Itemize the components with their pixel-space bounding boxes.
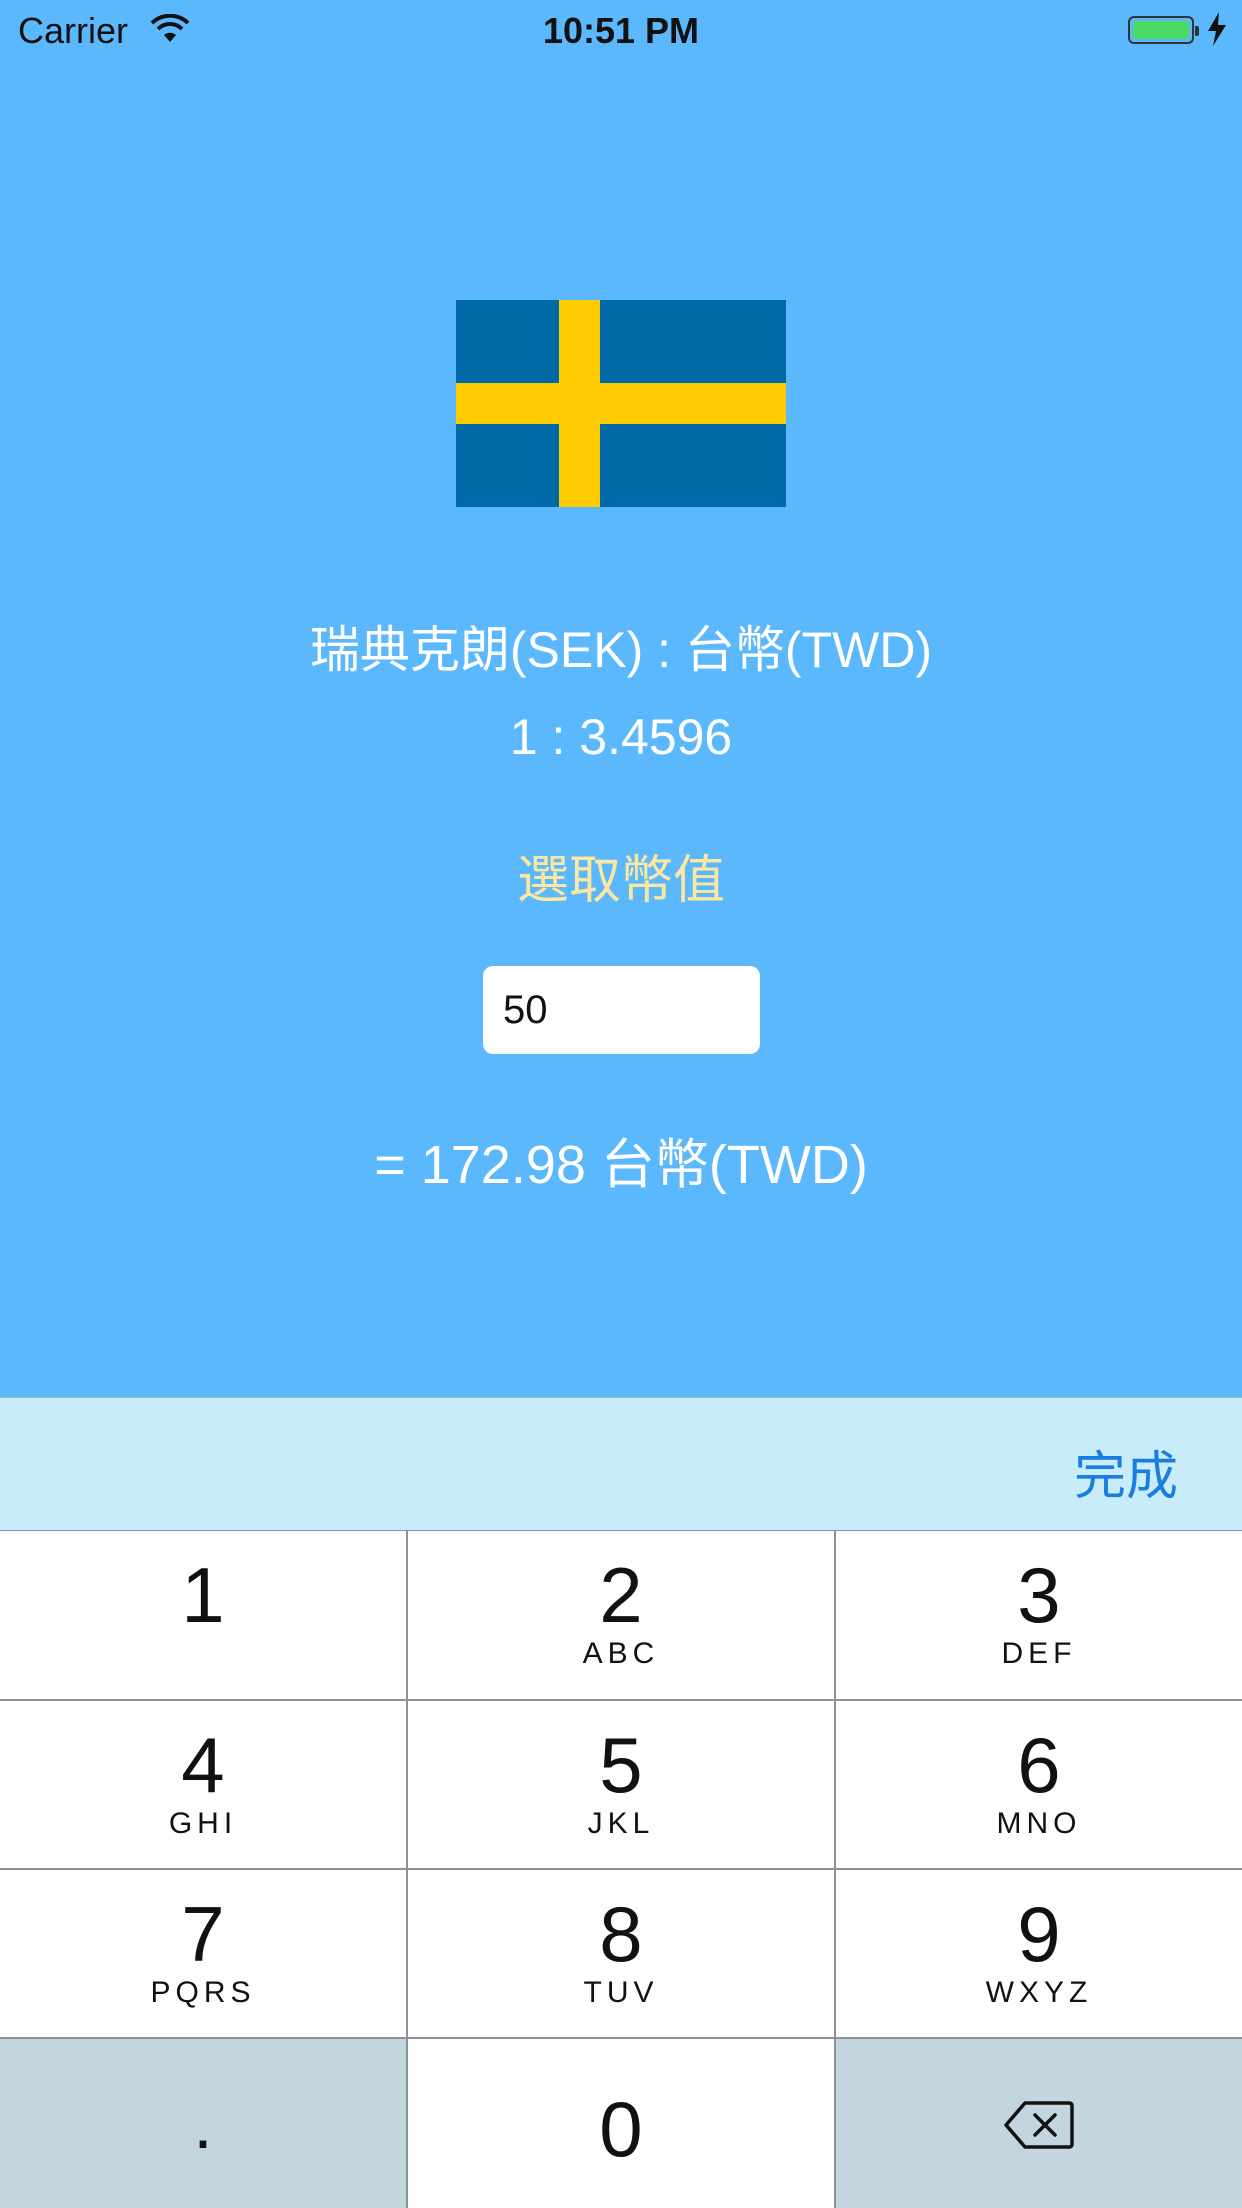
key-letters: WXYZ <box>985 1976 1093 2009</box>
keyboard-toolbar: 完成 <box>0 1397 1242 1530</box>
key-decimal-label: . <box>193 2085 213 2163</box>
key-letters: ABC <box>582 1637 660 1670</box>
key-digit: 3 <box>1017 1551 1061 1639</box>
key-letters: PQRS <box>150 1976 256 2009</box>
key-6[interactable]: 6 MNO <box>836 1701 1242 1868</box>
key-letters: TUV <box>583 1976 659 2009</box>
key-letters: MNO <box>996 1807 1082 1840</box>
key-decimal[interactable]: . <box>0 2039 406 2208</box>
clock: 10:51 PM <box>542 10 700 51</box>
status-bar: Carrier 10:51 PM <box>0 0 1242 60</box>
currency-pair-label: 瑞典克朗(SEK) : 台幣(TWD) <box>309 622 933 678</box>
key-digit: 9 <box>1017 1890 1061 1978</box>
key-1[interactable]: 1 <box>0 1531 406 1699</box>
done-button[interactable]: 完成 <box>1074 1434 1178 1509</box>
numeric-keypad: 1 2 ABC 3 DEF 4 GHI 5 JKL 6 MNO 7 PQRS 8… <box>0 1530 1242 2208</box>
key-digit: 5 <box>599 1721 643 1809</box>
key-7[interactable]: 7 PQRS <box>0 1870 406 2037</box>
key-letters: DEF <box>1001 1637 1077 1670</box>
conversion-result: = 172.98 台幣(TWD) <box>374 1135 868 1195</box>
amount-input[interactable]: 50 <box>483 966 760 1054</box>
key-4[interactable]: 4 GHI <box>0 1701 406 1868</box>
key-5[interactable]: 5 JKL <box>408 1701 834 1868</box>
key-digit: 1 <box>181 1551 225 1639</box>
select-amount-label: 選取幣值 <box>516 852 725 910</box>
battery-icon <box>1128 16 1199 44</box>
key-letters: GHI <box>168 1807 238 1840</box>
key-8[interactable]: 8 TUV <box>408 1870 834 2037</box>
key-digit: 4 <box>181 1721 225 1809</box>
delete-backspace-icon <box>1004 2101 1074 2149</box>
delete-button[interactable] <box>836 2039 1242 2208</box>
sweden-flag-icon <box>456 300 786 507</box>
exchange-rate-label: 1 : 3.4596 <box>509 709 733 765</box>
key-letters: JKL <box>587 1807 655 1840</box>
key-digit: 2 <box>599 1551 643 1639</box>
key-digit: 7 <box>181 1890 225 1978</box>
key-digit: 0 <box>599 2085 643 2173</box>
key-0[interactable]: 0 <box>408 2039 834 2208</box>
key-2[interactable]: 2 ABC <box>408 1531 834 1699</box>
key-digit: 8 <box>599 1890 643 1978</box>
charging-bolt-icon <box>1208 12 1226 46</box>
key-9[interactable]: 9 WXYZ <box>836 1870 1242 2037</box>
key-3[interactable]: 3 DEF <box>836 1531 1242 1699</box>
key-digit: 6 <box>1017 1721 1061 1809</box>
